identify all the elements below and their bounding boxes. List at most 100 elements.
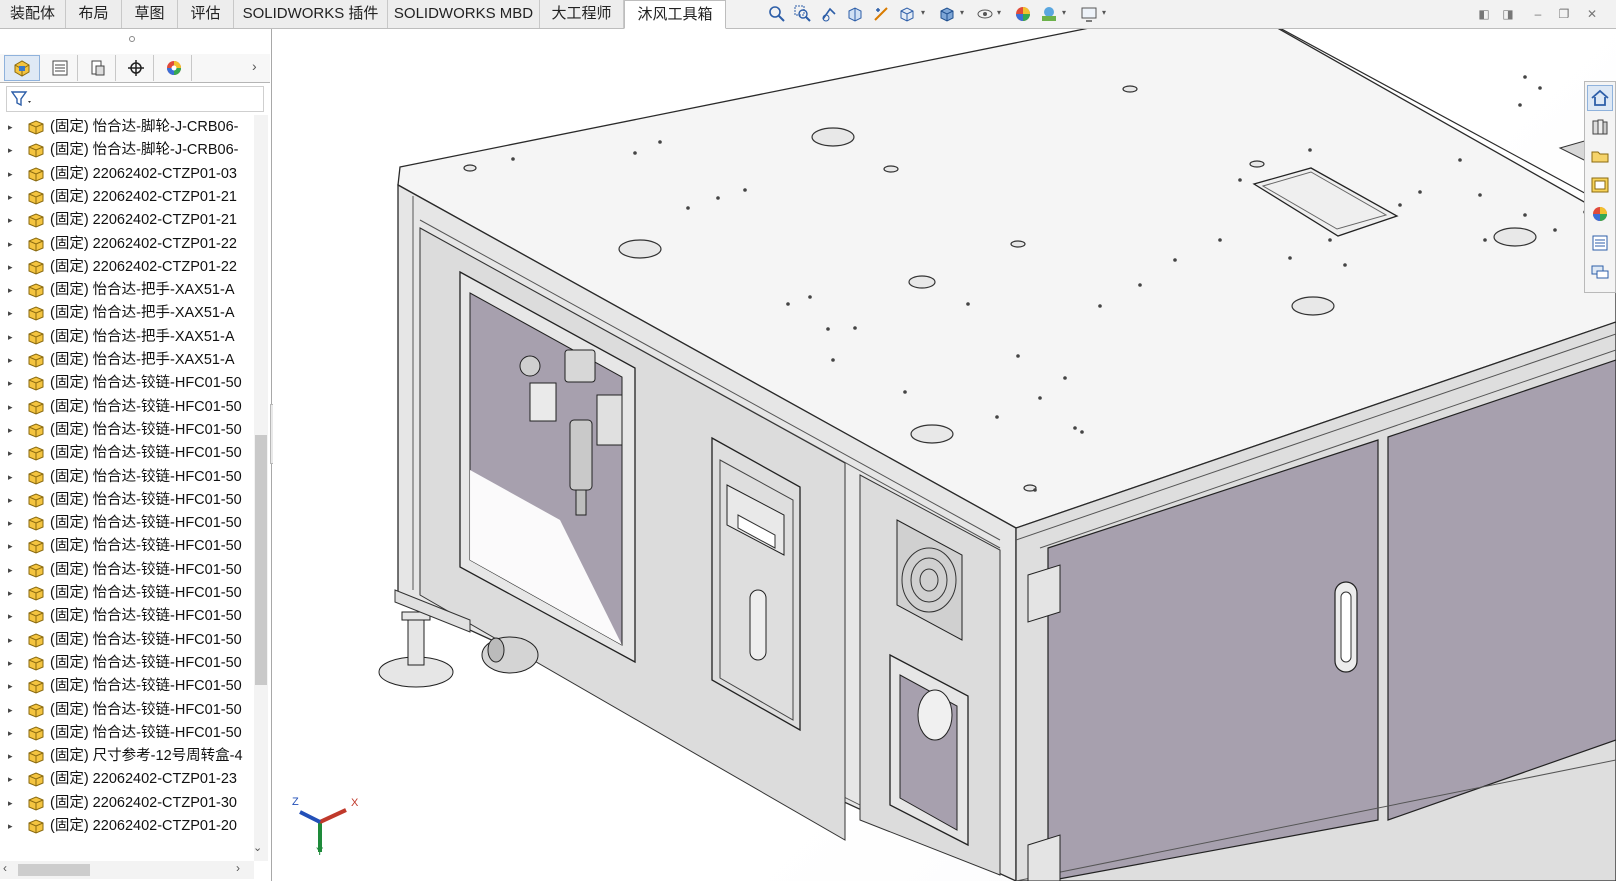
tree-item[interactable]: ▸ (固定) 怡合达-铰链-HFC01-50 bbox=[0, 674, 252, 698]
expand-arrow-icon[interactable]: ▸ bbox=[8, 441, 13, 465]
tree-item[interactable]: ▸ (固定) 怡合达-把手-XAX51-A bbox=[0, 348, 252, 372]
configuration-manager-tab[interactable] bbox=[80, 55, 116, 81]
property-manager-tab[interactable] bbox=[42, 55, 78, 81]
expand-arrow-icon[interactable]: ▸ bbox=[8, 488, 13, 512]
expand-arrow-icon[interactable]: ▸ bbox=[8, 791, 13, 815]
zoom-to-area-icon[interactable] bbox=[792, 4, 814, 24]
expand-arrow-icon[interactable]: ▸ bbox=[8, 418, 13, 442]
design-library-icon[interactable] bbox=[1587, 114, 1613, 140]
tab-solidworks-mbd[interactable]: SOLIDWORKS MBD bbox=[388, 0, 540, 28]
tree-item[interactable]: ▸ (固定) 22062402-CTZP01-30 bbox=[0, 791, 252, 815]
graphics-area[interactable] bbox=[273, 29, 1616, 881]
scroll-left-icon[interactable]: ‹ bbox=[3, 861, 7, 875]
expand-arrow-icon[interactable]: ▸ bbox=[8, 325, 13, 349]
filter-icon[interactable] bbox=[11, 90, 35, 108]
tree-vertical-scrollbar[interactable] bbox=[254, 115, 268, 861]
expand-arrow-icon[interactable]: ▸ bbox=[8, 301, 13, 325]
minimize-icon[interactable]: – bbox=[1530, 6, 1546, 22]
section-view-icon[interactable] bbox=[844, 4, 866, 24]
apply-scene-icon[interactable] bbox=[1038, 4, 1060, 24]
dynamic-annotation-icon[interactable] bbox=[870, 4, 892, 24]
tree-item[interactable]: ▸ (固定) 22062402-CTZP01-21 bbox=[0, 208, 252, 232]
file-explorer-icon[interactable] bbox=[1587, 143, 1613, 169]
tree-item[interactable]: ▸ (固定) 22062402-CTZP01-03 bbox=[0, 162, 252, 186]
tab-layout[interactable]: 布局 bbox=[66, 0, 122, 28]
tree-item[interactable]: ▸ (固定) 怡合达-铰链-HFC01-50 bbox=[0, 558, 252, 582]
tab-big-engineer[interactable]: 大工程师 bbox=[540, 0, 624, 28]
expand-arrow-icon[interactable]: ▸ bbox=[8, 558, 13, 582]
apply-scene-dropdown-icon[interactable]: ▾ bbox=[1062, 8, 1070, 18]
panel-grip-icon[interactable] bbox=[129, 36, 135, 42]
expand-arrow-icon[interactable]: ▸ bbox=[8, 767, 13, 791]
expand-arrow-icon[interactable]: ▸ bbox=[8, 814, 13, 838]
hide-show-items-icon[interactable] bbox=[974, 4, 996, 24]
expand-arrow-icon[interactable]: ▸ bbox=[8, 511, 13, 535]
expand-arrow-icon[interactable]: ▸ bbox=[8, 651, 13, 675]
expand-arrow-icon[interactable]: ▸ bbox=[8, 185, 13, 209]
close-icon[interactable]: ✕ bbox=[1584, 6, 1600, 22]
tree-item[interactable]: ▸ (固定) 怡合达-铰链-HFC01-50 bbox=[0, 418, 252, 442]
split-right-icon[interactable]: ◨ bbox=[1500, 6, 1516, 22]
tree-item[interactable]: ▸ (固定) 怡合达-铰链-HFC01-50 bbox=[0, 465, 252, 489]
tree-item[interactable]: ▸ (固定) 怡合达-铰链-HFC01-50 bbox=[0, 511, 252, 535]
display-style-icon[interactable] bbox=[936, 4, 958, 24]
view-settings-icon[interactable] bbox=[1078, 4, 1100, 24]
tree-item[interactable]: ▸ (固定) 怡合达-把手-XAX51-A bbox=[0, 278, 252, 302]
hide-show-dropdown-icon[interactable]: ▾ bbox=[997, 8, 1005, 18]
scroll-right-icon[interactable]: › bbox=[236, 861, 240, 875]
display-manager-tab[interactable] bbox=[156, 55, 192, 81]
expand-arrow-icon[interactable]: ▸ bbox=[8, 278, 13, 302]
tab-sketch[interactable]: 草图 bbox=[122, 0, 178, 28]
tree-item[interactable]: ▸ (固定) 怡合达-铰链-HFC01-50 bbox=[0, 628, 252, 652]
expand-arrow-icon[interactable]: ▸ bbox=[8, 138, 13, 162]
expand-arrow-icon[interactable]: ▸ bbox=[8, 395, 13, 419]
cabinet-model[interactable] bbox=[273, 29, 1616, 881]
custom-properties-icon[interactable] bbox=[1587, 230, 1613, 256]
tree-item[interactable]: ▸ (固定) 怡合达-铰链-HFC01-50 bbox=[0, 651, 252, 675]
tree-item[interactable]: ▸ (固定) 22062402-CTZP01-22 bbox=[0, 255, 252, 279]
view-settings-dropdown-icon[interactable]: ▾ bbox=[1102, 8, 1110, 18]
tree-item[interactable]: ▸ (固定) 怡合达-铰链-HFC01-50 bbox=[0, 721, 252, 745]
dimxpert-manager-tab[interactable] bbox=[118, 55, 154, 81]
tree-item[interactable]: ▸ (固定) 怡合达-铰链-HFC01-50 bbox=[0, 371, 252, 395]
expand-arrow-icon[interactable]: ▸ bbox=[8, 115, 13, 139]
expand-arrow-icon[interactable]: ▸ bbox=[8, 581, 13, 605]
tab-evaluate[interactable]: 评估 bbox=[178, 0, 234, 28]
expand-arrow-icon[interactable]: ▸ bbox=[8, 674, 13, 698]
edit-appearance-icon[interactable] bbox=[1012, 4, 1034, 24]
tree-item[interactable]: ▸ (固定) 22062402-CTZP01-21 bbox=[0, 185, 252, 209]
expand-arrow-icon[interactable]: ▸ bbox=[8, 628, 13, 652]
appearances-icon[interactable] bbox=[1587, 201, 1613, 227]
expand-arrow-icon[interactable]: ▸ bbox=[8, 698, 13, 722]
expand-arrow-icon[interactable]: ▸ bbox=[8, 208, 13, 232]
tree-item[interactable]: ▸ (固定) 怡合达-铰链-HFC01-50 bbox=[0, 441, 252, 465]
tree-item[interactable]: ▸ (固定) 尺寸参考-12号周转盒-4 bbox=[0, 744, 252, 768]
panel-tabs-next-icon[interactable]: › bbox=[252, 58, 257, 74]
feature-manager-tab[interactable] bbox=[4, 55, 40, 81]
tree-item[interactable]: ▸ (固定) 怡合达-铰链-HFC01-50 bbox=[0, 604, 252, 628]
expand-arrow-icon[interactable]: ▸ bbox=[8, 721, 13, 745]
home-icon[interactable] bbox=[1587, 85, 1613, 111]
tree-item[interactable]: ▸ (固定) 怡合达-铰链-HFC01-50 bbox=[0, 698, 252, 722]
view-palette-icon[interactable] bbox=[1587, 172, 1613, 198]
view-orientation-dropdown-icon[interactable]: ▾ bbox=[921, 8, 929, 18]
tree-filter-field[interactable] bbox=[6, 86, 264, 112]
expand-arrow-icon[interactable]: ▸ bbox=[8, 534, 13, 558]
zoom-to-fit-icon[interactable] bbox=[766, 4, 788, 24]
tree-item[interactable]: ▸ (固定) 怡合达-把手-XAX51-A bbox=[0, 301, 252, 325]
expand-arrow-icon[interactable]: ▸ bbox=[8, 604, 13, 628]
tree-horizontal-scrollbar[interactable]: ‹ › bbox=[0, 861, 254, 879]
restore-icon[interactable]: ❐ bbox=[1556, 6, 1572, 22]
expand-arrow-icon[interactable]: ▸ bbox=[8, 371, 13, 395]
tree-item[interactable]: ▸ (固定) 22062402-CTZP01-23 bbox=[0, 767, 252, 791]
tree-item[interactable]: ▸ (固定) 22062402-CTZP01-20 bbox=[0, 814, 252, 838]
tree-item[interactable]: ▸ (固定) 22062402-CTZP01-22 bbox=[0, 232, 252, 256]
vertical-scroll-thumb[interactable] bbox=[255, 435, 267, 685]
tab-mufeng-toolbox[interactable]: 沐风工具箱 bbox=[624, 0, 726, 29]
tree-item[interactable]: ▸ (固定) 怡合达-脚轮-J-CRB06- bbox=[0, 115, 252, 139]
expand-arrow-icon[interactable]: ▸ bbox=[8, 162, 13, 186]
display-style-dropdown-icon[interactable]: ▾ bbox=[960, 8, 968, 18]
view-orientation-icon[interactable] bbox=[896, 4, 918, 24]
tab-assembly[interactable]: 装配体 bbox=[0, 0, 66, 28]
previous-view-icon[interactable] bbox=[818, 4, 840, 24]
